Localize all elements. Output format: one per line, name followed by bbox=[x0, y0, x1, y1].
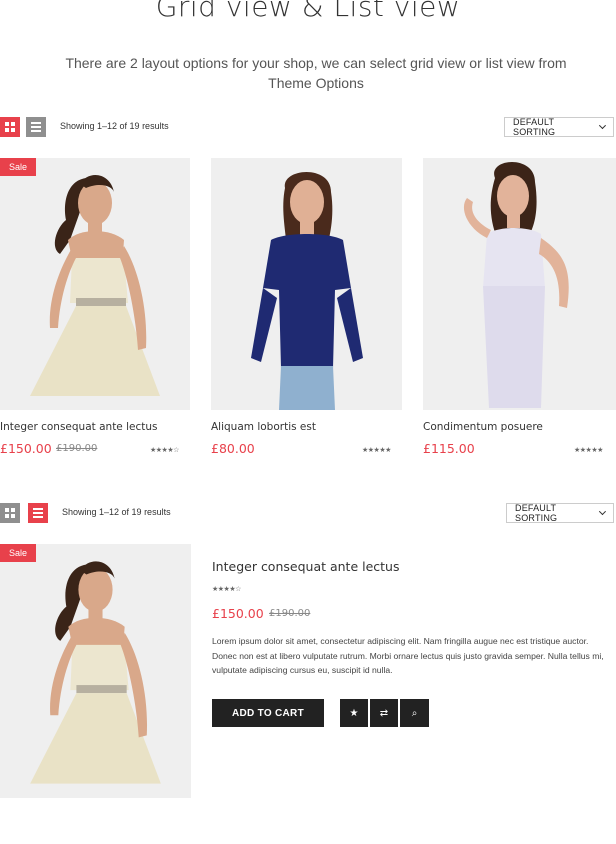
sale-badge: Sale bbox=[0, 158, 37, 176]
product-name[interactable]: Condimentum posuere bbox=[423, 421, 543, 433]
star-icon: ★ bbox=[349, 707, 359, 719]
compare-button[interactable]: ⇄ bbox=[370, 699, 398, 727]
list-icon bbox=[31, 122, 41, 132]
page-description: There are 2 layout options for your shop… bbox=[65, 55, 567, 91]
product-price: £115.00 bbox=[423, 441, 475, 456]
product-photo-white-dress bbox=[463, 162, 569, 408]
chevron-down-icon bbox=[599, 122, 607, 129]
rating-stars-icon: ★★★★★ bbox=[362, 447, 391, 454]
list-view-button[interactable] bbox=[26, 117, 46, 137]
product-price: £150.00 bbox=[0, 441, 52, 456]
product-image[interactable] bbox=[211, 158, 402, 410]
add-to-cart-button[interactable]: ADD TO CART bbox=[212, 699, 324, 727]
sort-label: DEFAULT SORTING bbox=[513, 117, 556, 137]
list-toolbar: Showing 1–12 of 19 results DEFAULT SORTI… bbox=[0, 503, 616, 527]
results-count: Showing 1–12 of 19 results bbox=[62, 507, 171, 517]
zoom-icon: ⌕ bbox=[411, 707, 418, 719]
grid-toolbar: Showing 1–12 of 19 results DEFAULT SORTI… bbox=[0, 117, 616, 141]
list-icon bbox=[33, 508, 43, 518]
rating-stars-icon: ★★★★☆ bbox=[150, 447, 179, 454]
grid-icon bbox=[5, 122, 15, 132]
rating-stars-icon: ★★★★☆ bbox=[212, 586, 241, 593]
sale-badge: Sale bbox=[0, 544, 37, 562]
product-name[interactable]: Aliquam lobortis est bbox=[211, 421, 316, 433]
compare-arrows-icon: ⇄ bbox=[379, 707, 389, 719]
product-photo-blue-top bbox=[251, 172, 363, 410]
grid-view-button[interactable] bbox=[0, 503, 20, 523]
product-photo-dress-white bbox=[30, 561, 161, 784]
product-description: Lorem ipsum dolor sit amet, consectetur … bbox=[212, 636, 604, 675]
product-photo-dress-white bbox=[30, 174, 160, 396]
wishlist-button[interactable]: ★ bbox=[340, 699, 368, 727]
product-image[interactable] bbox=[423, 158, 616, 410]
grid-icon bbox=[5, 508, 15, 518]
product-image[interactable]: Sale bbox=[0, 158, 190, 410]
results-count: Showing 1–12 of 19 results bbox=[60, 121, 169, 131]
grid-view-button[interactable] bbox=[0, 117, 20, 137]
sort-label: DEFAULT SORTING bbox=[515, 503, 558, 523]
product-old-price: £190.00 bbox=[269, 608, 311, 619]
product-name[interactable]: Integer consequat ante lectus bbox=[212, 559, 400, 574]
page-title: Grid view & List view bbox=[155, 0, 461, 23]
quick-view-button[interactable]: ⌕ bbox=[400, 699, 429, 727]
rating-stars-icon: ★★★★★ bbox=[574, 447, 603, 454]
product-price: £150.00 bbox=[212, 606, 264, 621]
list-view-button[interactable] bbox=[28, 503, 48, 523]
sort-dropdown[interactable]: DEFAULT SORTING bbox=[506, 503, 614, 523]
product-image[interactable]: Sale bbox=[0, 544, 191, 798]
product-old-price: £190.00 bbox=[56, 443, 98, 454]
product-name[interactable]: Integer consequat ante lectus bbox=[0, 421, 158, 433]
sort-dropdown[interactable]: DEFAULT SORTING bbox=[504, 117, 614, 137]
product-price: £80.00 bbox=[211, 441, 255, 456]
chevron-down-icon bbox=[599, 508, 607, 515]
